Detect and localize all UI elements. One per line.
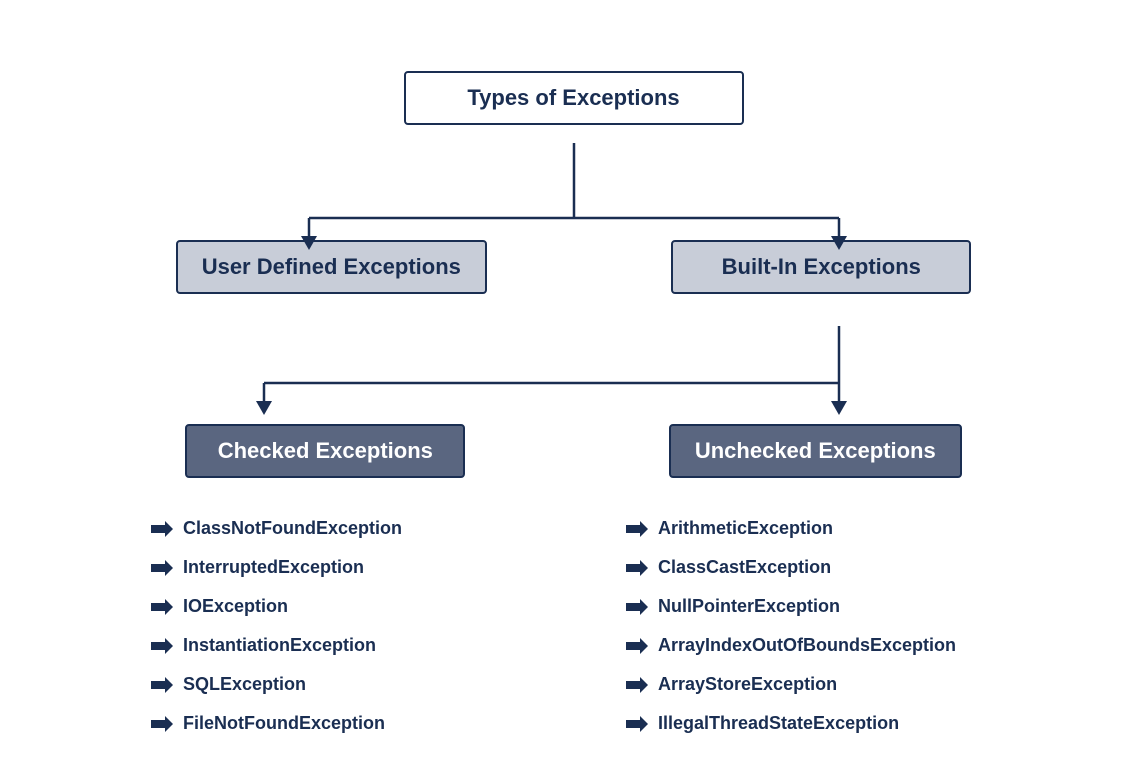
list-item-label: SQLException [183, 674, 306, 695]
unchecked-list: ArithmeticException ClassCastException N… [596, 518, 1026, 734]
user-defined-label: User Defined Exceptions [202, 254, 461, 280]
list-item-label: IOException [183, 596, 288, 617]
connector-spacer-2 [44, 294, 1104, 424]
arrow-right-icon [626, 677, 648, 693]
arrow-right-icon [626, 560, 648, 576]
list-item: ArithmeticException [626, 518, 1026, 539]
diagram: Types of Exceptions User Defined Excepti… [44, 43, 1104, 734]
built-in-label: Built-In Exceptions [722, 254, 921, 280]
list-item: ArrayStoreException [626, 674, 1026, 695]
checked-list: ClassNotFoundException InterruptedExcept… [121, 518, 521, 734]
list-item: ArrayIndexOutOfBoundsException [626, 635, 1026, 656]
root-label: Types of Exceptions [467, 85, 679, 111]
arrow-right-icon [626, 521, 648, 537]
lists-row: ClassNotFoundException InterruptedExcept… [44, 498, 1104, 734]
unchecked-box: Unchecked Exceptions [669, 424, 962, 478]
list-item-label: FileNotFoundException [183, 713, 385, 734]
root-box: Types of Exceptions [404, 71, 744, 125]
list-item: ClassCastException [626, 557, 1026, 578]
list-item: ClassNotFoundException [151, 518, 521, 539]
list-item-label: IllegalThreadStateException [658, 713, 899, 734]
list-item-label: ArrayIndexOutOfBoundsException [658, 635, 956, 656]
list-item-label: NullPointerException [658, 596, 840, 617]
list-item: IllegalThreadStateException [626, 713, 1026, 734]
checked-box: Checked Exceptions [185, 424, 465, 478]
level1-row: User Defined Exceptions Built-In Excepti… [44, 240, 1104, 294]
list-item: InstantiationException [151, 635, 521, 656]
list-item-label: ClassCastException [658, 557, 831, 578]
list-item-label: ArrayStoreException [658, 674, 837, 695]
arrow-right-icon [626, 599, 648, 615]
arrow-right-icon [151, 638, 173, 654]
level2-row: Checked Exceptions Unchecked Exceptions [44, 424, 1104, 478]
list-item: IOException [151, 596, 521, 617]
connector-spacer-1 [44, 125, 1104, 240]
list-item: SQLException [151, 674, 521, 695]
list-item-label: ArithmeticException [658, 518, 833, 539]
arrow-right-icon [151, 716, 173, 732]
arrow-right-icon [151, 521, 173, 537]
unchecked-label: Unchecked Exceptions [695, 438, 936, 464]
list-item: FileNotFoundException [151, 713, 521, 734]
checked-label: Checked Exceptions [218, 438, 433, 464]
arrow-right-icon [626, 716, 648, 732]
root-row: Types of Exceptions [44, 43, 1104, 125]
user-defined-box: User Defined Exceptions [176, 240, 487, 294]
list-item-label: InterruptedException [183, 557, 364, 578]
arrow-right-icon [151, 677, 173, 693]
list-item-label: InstantiationException [183, 635, 376, 656]
list-item-label: ClassNotFoundException [183, 518, 402, 539]
built-in-box: Built-In Exceptions [671, 240, 971, 294]
arrow-right-icon [626, 638, 648, 654]
list-item: NullPointerException [626, 596, 1026, 617]
arrow-right-icon [151, 599, 173, 615]
arrow-right-icon [151, 560, 173, 576]
list-item: InterruptedException [151, 557, 521, 578]
